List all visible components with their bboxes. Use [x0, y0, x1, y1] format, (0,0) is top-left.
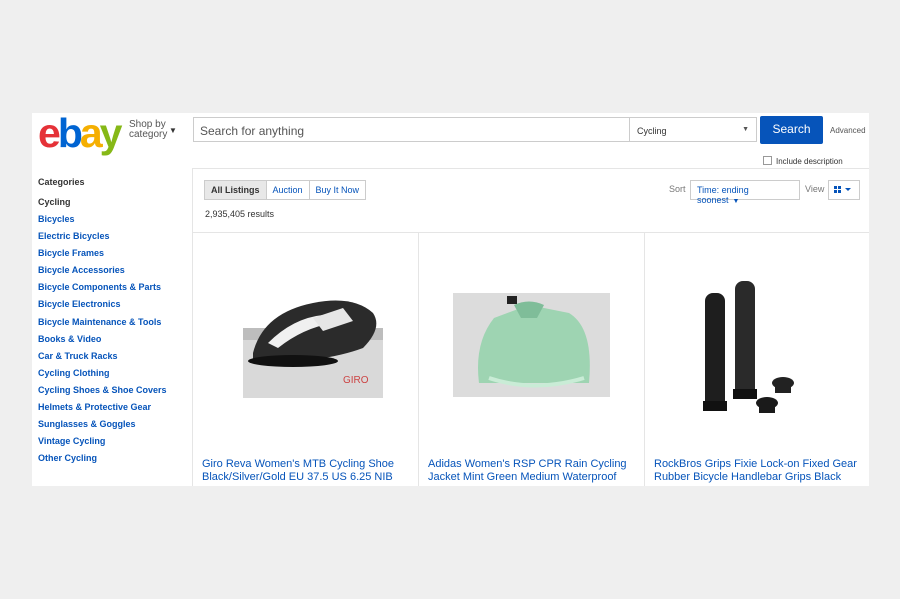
listing-title[interactable]: Adidas Women's RSP CPR Rain Cycling Jack… — [428, 458, 638, 484]
logo-letter: b — [57, 113, 83, 156]
category-select-value: Cycling — [637, 126, 667, 136]
sidebar-item-bicycle-accessories[interactable]: Bicycle Accessories — [38, 265, 188, 282]
sidebar-item-bicycles[interactable]: Bicycles — [38, 214, 188, 231]
logo-letter: y — [99, 113, 123, 156]
logo-letter: e — [38, 113, 61, 156]
shop-by-category-button[interactable]: Shop by category ▼ — [129, 120, 177, 140]
sidebar-item-sunglasses[interactable]: Sunglasses & Goggles — [38, 419, 188, 436]
box-print-icon: GIRO — [343, 375, 369, 386]
sidebar-item-bicycle-maintenance[interactable]: Bicycle Maintenance & Tools — [38, 317, 188, 334]
search-button[interactable]: Search — [760, 116, 823, 144]
sidebar-item-electric-bicycles[interactable]: Electric Bicycles — [38, 231, 188, 248]
caret-down-icon: ▼ — [169, 126, 177, 135]
checkbox-icon[interactable] — [763, 156, 772, 165]
grid-view-icon — [834, 186, 851, 193]
sidebar-title: Categories — [38, 177, 85, 187]
results-panel: All Listings Auction Buy It Now 2,935,40… — [192, 168, 869, 486]
listing-title[interactable]: RockBros Grips Fixie Lock-on Fixed Gear … — [654, 458, 864, 484]
sidebar-item-cycling-clothing[interactable]: Cycling Clothing — [38, 368, 188, 385]
sort-label: Sort — [669, 184, 686, 194]
ebay-logo[interactable]: ebay — [38, 113, 123, 156]
sidebar-current-category: Cycling — [38, 197, 71, 207]
listing-card[interactable]: RockBros Grips Fixie Lock-on Fixed Gear … — [645, 233, 869, 486]
sidebar-item-other-cycling[interactable]: Other Cycling — [38, 453, 188, 470]
product-image-rain-jacket[interactable] — [419, 233, 644, 448]
listing-card[interactable]: Adidas Women's RSP CPR Rain Cycling Jack… — [419, 233, 645, 486]
sort-select[interactable]: Time: ending soonest ▼ — [690, 180, 800, 205]
advanced-search-link[interactable]: Advanced — [830, 126, 866, 135]
category-select[interactable]: Cycling ▼ — [629, 117, 757, 142]
listing-card[interactable]: GIRO Giro Reva Women's MTB Cycling Shoe … — [193, 233, 419, 486]
header: ebay Shop by category ▼ Search for anyth… — [32, 113, 869, 168]
sort-value: Time: ending soonest — [697, 185, 749, 205]
tab-buy-it-now[interactable]: Buy It Now — [308, 180, 367, 200]
sidebar-item-books-video[interactable]: Books & Video — [38, 334, 188, 351]
view-label: View — [805, 184, 825, 194]
sidebar-item-helmets[interactable]: Helmets & Protective Gear — [38, 402, 188, 419]
caret-down-icon: ▼ — [732, 198, 740, 205]
view-toggle-button[interactable] — [828, 180, 860, 200]
tab-all-listings[interactable]: All Listings — [204, 180, 267, 200]
results-count: 2,935,405 results — [205, 209, 275, 219]
tab-auction[interactable]: Auction — [265, 180, 310, 200]
listing-grid: GIRO Giro Reva Women's MTB Cycling Shoe … — [193, 232, 869, 486]
category-label: category — [129, 129, 168, 140]
caret-down-icon: ▼ — [742, 126, 749, 133]
product-image-cycling-shoe[interactable]: GIRO — [193, 233, 418, 448]
sidebar-item-bicycle-components[interactable]: Bicycle Components & Parts — [38, 282, 188, 299]
product-image-handlebar-grips[interactable] — [645, 233, 869, 448]
logo-letter: a — [79, 113, 103, 156]
category-sidebar: Categories Cycling Bicycles Electric Bic… — [38, 177, 188, 470]
sidebar-item-vintage-cycling[interactable]: Vintage Cycling — [38, 436, 188, 453]
include-description-checkbox[interactable]: Include description — [763, 156, 843, 166]
search-input[interactable]: Search for anything — [193, 117, 629, 142]
listing-title[interactable]: Giro Reva Women's MTB Cycling Shoe Black… — [202, 458, 412, 484]
include-description-label: Include description — [776, 157, 843, 166]
sidebar-item-car-truck-racks[interactable]: Car & Truck Racks — [38, 351, 188, 368]
ebay-page: ebay Shop by category ▼ Search for anyth… — [32, 113, 869, 486]
sidebar-item-cycling-shoes[interactable]: Cycling Shoes & Shoe Covers — [38, 385, 188, 402]
sidebar-item-bicycle-frames[interactable]: Bicycle Frames — [38, 248, 188, 265]
listing-type-tabs: All Listings Auction Buy It Now — [204, 180, 367, 200]
sidebar-item-bicycle-electronics[interactable]: Bicycle Electronics — [38, 299, 188, 316]
